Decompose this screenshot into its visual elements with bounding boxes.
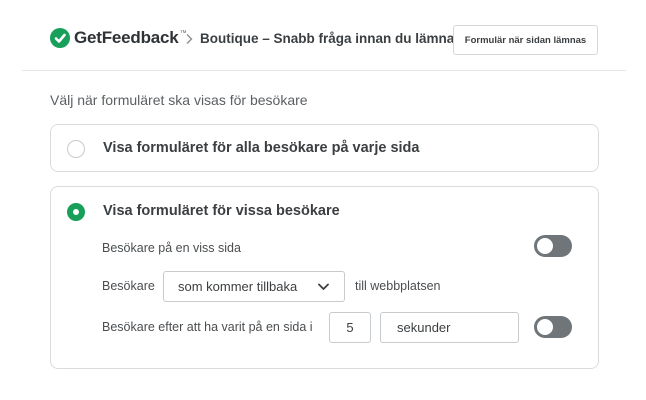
- rule-time-on-page-toggle[interactable]: [534, 316, 572, 338]
- top-header: GetFeedback ™ Boutique – Snabb fråga inn…: [0, 0, 646, 71]
- rule-time-on-page-label: Besökare efter att ha varit på en sida i: [102, 320, 313, 334]
- rule-returning-prefix: Besökare: [102, 279, 155, 293]
- getfeedback-logo-icon: [50, 28, 70, 48]
- option-card-all-visitors[interactable]: Visa formuläret för alla besökare på var…: [50, 124, 599, 172]
- logo-text: GetFeedback: [74, 28, 179, 47]
- returning-visitor-select-value: som kommer tillbaka: [178, 279, 298, 294]
- breadcrumb-survey-title[interactable]: Boutique – Snabb fråga innan du lämnar: [200, 31, 460, 46]
- option-label-all-visitors: Visa formuläret för alla besökare på var…: [103, 140, 420, 156]
- option-label-some-visitors: Visa formuläret för vissa besökare: [103, 203, 340, 219]
- rule-returning-suffix: till webbplatsen: [355, 279, 441, 293]
- rule-specific-page-label: Besökare på en viss sida: [102, 241, 241, 255]
- header-divider: [22, 70, 626, 71]
- trigger-type-button[interactable]: Formulär när sidan lämnas: [453, 25, 598, 55]
- chevron-down-icon: [318, 283, 329, 290]
- time-unit-field[interactable]: sekunder: [380, 312, 519, 343]
- radio-all-visitors[interactable]: [67, 140, 85, 158]
- rule-specific-page-toggle[interactable]: [534, 235, 572, 257]
- chevron-right-icon: [186, 34, 193, 44]
- returning-visitor-select[interactable]: som kommer tillbaka: [163, 271, 345, 302]
- time-amount-input[interactable]: 5: [329, 312, 371, 343]
- option-card-some-visitors[interactable]: Visa formuläret för vissa besökare Besök…: [50, 186, 599, 369]
- radio-some-visitors[interactable]: [67, 203, 85, 221]
- getfeedback-logo[interactable]: GetFeedback ™: [50, 28, 187, 48]
- section-label: Välj när formuläret ska visas för besöka…: [50, 92, 308, 108]
